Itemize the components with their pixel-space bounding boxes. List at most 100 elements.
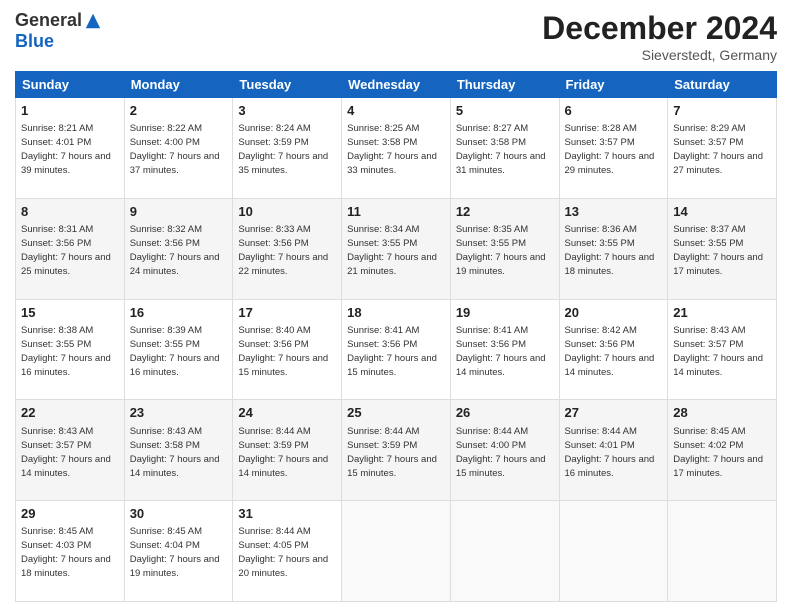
cell-text: Sunrise: 8:45 AMSunset: 4:03 PMDaylight:… [21, 526, 111, 579]
day-number: 18 [347, 304, 445, 322]
calendar: Sunday Monday Tuesday Wednesday Thursday… [15, 71, 777, 602]
week-row-1: 1 Sunrise: 8:21 AMSunset: 4:01 PMDayligh… [16, 98, 777, 199]
table-row: 14 Sunrise: 8:37 AMSunset: 3:55 PMDaylig… [668, 198, 777, 299]
day-number: 24 [238, 404, 336, 422]
page: General Blue December 2024 Sieverstedt, … [0, 0, 792, 612]
cell-text: Sunrise: 8:35 AMSunset: 3:55 PMDaylight:… [456, 224, 546, 277]
week-row-4: 22 Sunrise: 8:43 AMSunset: 3:57 PMDaylig… [16, 400, 777, 501]
table-row: 15 Sunrise: 8:38 AMSunset: 3:55 PMDaylig… [16, 299, 125, 400]
col-sunday: Sunday [16, 72, 125, 98]
table-row: 17 Sunrise: 8:40 AMSunset: 3:56 PMDaylig… [233, 299, 342, 400]
cell-text: Sunrise: 8:34 AMSunset: 3:55 PMDaylight:… [347, 224, 437, 277]
table-row [450, 501, 559, 602]
table-row: 30 Sunrise: 8:45 AMSunset: 4:04 PMDaylig… [124, 501, 233, 602]
table-row: 12 Sunrise: 8:35 AMSunset: 3:55 PMDaylig… [450, 198, 559, 299]
cell-text: Sunrise: 8:32 AMSunset: 3:56 PMDaylight:… [130, 224, 220, 277]
cell-text: Sunrise: 8:27 AMSunset: 3:58 PMDaylight:… [456, 123, 546, 176]
table-row: 28 Sunrise: 8:45 AMSunset: 4:02 PMDaylig… [668, 400, 777, 501]
day-number: 15 [21, 304, 119, 322]
header: General Blue December 2024 Sieverstedt, … [15, 10, 777, 63]
day-number: 14 [673, 203, 771, 221]
cell-text: Sunrise: 8:44 AMSunset: 4:05 PMDaylight:… [238, 526, 328, 579]
table-row: 4 Sunrise: 8:25 AMSunset: 3:58 PMDayligh… [342, 98, 451, 199]
day-number: 22 [21, 404, 119, 422]
col-thursday: Thursday [450, 72, 559, 98]
cell-text: Sunrise: 8:24 AMSunset: 3:59 PMDaylight:… [238, 123, 328, 176]
table-row [342, 501, 451, 602]
day-number: 16 [130, 304, 228, 322]
table-row: 29 Sunrise: 8:45 AMSunset: 4:03 PMDaylig… [16, 501, 125, 602]
table-row: 7 Sunrise: 8:29 AMSunset: 3:57 PMDayligh… [668, 98, 777, 199]
day-number: 13 [565, 203, 663, 221]
day-number: 4 [347, 102, 445, 120]
cell-text: Sunrise: 8:44 AMSunset: 3:59 PMDaylight:… [238, 426, 328, 479]
week-row-3: 15 Sunrise: 8:38 AMSunset: 3:55 PMDaylig… [16, 299, 777, 400]
table-row: 1 Sunrise: 8:21 AMSunset: 4:01 PMDayligh… [16, 98, 125, 199]
table-row: 23 Sunrise: 8:43 AMSunset: 3:58 PMDaylig… [124, 400, 233, 501]
table-row: 21 Sunrise: 8:43 AMSunset: 3:57 PMDaylig… [668, 299, 777, 400]
table-row: 31 Sunrise: 8:44 AMSunset: 4:05 PMDaylig… [233, 501, 342, 602]
day-number: 5 [456, 102, 554, 120]
cell-text: Sunrise: 8:21 AMSunset: 4:01 PMDaylight:… [21, 123, 111, 176]
table-row: 8 Sunrise: 8:31 AMSunset: 3:56 PMDayligh… [16, 198, 125, 299]
table-row: 26 Sunrise: 8:44 AMSunset: 4:00 PMDaylig… [450, 400, 559, 501]
cell-text: Sunrise: 8:41 AMSunset: 3:56 PMDaylight:… [347, 325, 437, 378]
table-row: 10 Sunrise: 8:33 AMSunset: 3:56 PMDaylig… [233, 198, 342, 299]
col-saturday: Saturday [668, 72, 777, 98]
cell-text: Sunrise: 8:41 AMSunset: 3:56 PMDaylight:… [456, 325, 546, 378]
cell-text: Sunrise: 8:38 AMSunset: 3:55 PMDaylight:… [21, 325, 111, 378]
cell-text: Sunrise: 8:36 AMSunset: 3:55 PMDaylight:… [565, 224, 655, 277]
table-row: 9 Sunrise: 8:32 AMSunset: 3:56 PMDayligh… [124, 198, 233, 299]
table-row: 24 Sunrise: 8:44 AMSunset: 3:59 PMDaylig… [233, 400, 342, 501]
table-row: 18 Sunrise: 8:41 AMSunset: 3:56 PMDaylig… [342, 299, 451, 400]
day-number: 6 [565, 102, 663, 120]
cell-text: Sunrise: 8:29 AMSunset: 3:57 PMDaylight:… [673, 123, 763, 176]
col-monday: Monday [124, 72, 233, 98]
day-number: 1 [21, 102, 119, 120]
day-number: 2 [130, 102, 228, 120]
day-number: 8 [21, 203, 119, 221]
cell-text: Sunrise: 8:43 AMSunset: 3:57 PMDaylight:… [21, 426, 111, 479]
table-row: 13 Sunrise: 8:36 AMSunset: 3:55 PMDaylig… [559, 198, 668, 299]
cell-text: Sunrise: 8:44 AMSunset: 3:59 PMDaylight:… [347, 426, 437, 479]
day-number: 3 [238, 102, 336, 120]
table-row: 27 Sunrise: 8:44 AMSunset: 4:01 PMDaylig… [559, 400, 668, 501]
cell-text: Sunrise: 8:37 AMSunset: 3:55 PMDaylight:… [673, 224, 763, 277]
cell-text: Sunrise: 8:44 AMSunset: 4:00 PMDaylight:… [456, 426, 546, 479]
logo-text: General [15, 10, 102, 31]
cell-text: Sunrise: 8:42 AMSunset: 3:56 PMDaylight:… [565, 325, 655, 378]
header-row: Sunday Monday Tuesday Wednesday Thursday… [16, 72, 777, 98]
day-number: 11 [347, 203, 445, 221]
col-friday: Friday [559, 72, 668, 98]
cell-text: Sunrise: 8:40 AMSunset: 3:56 PMDaylight:… [238, 325, 328, 378]
day-number: 9 [130, 203, 228, 221]
table-row: 22 Sunrise: 8:43 AMSunset: 3:57 PMDaylig… [16, 400, 125, 501]
table-row [559, 501, 668, 602]
week-row-5: 29 Sunrise: 8:45 AMSunset: 4:03 PMDaylig… [16, 501, 777, 602]
day-number: 21 [673, 304, 771, 322]
cell-text: Sunrise: 8:28 AMSunset: 3:57 PMDaylight:… [565, 123, 655, 176]
location: Sieverstedt, Germany [542, 47, 777, 63]
logo-general: General [15, 10, 82, 31]
day-number: 27 [565, 404, 663, 422]
table-row: 11 Sunrise: 8:34 AMSunset: 3:55 PMDaylig… [342, 198, 451, 299]
table-row: 6 Sunrise: 8:28 AMSunset: 3:57 PMDayligh… [559, 98, 668, 199]
table-row: 16 Sunrise: 8:39 AMSunset: 3:55 PMDaylig… [124, 299, 233, 400]
logo-blue-text: Blue [15, 31, 54, 52]
cell-text: Sunrise: 8:45 AMSunset: 4:02 PMDaylight:… [673, 426, 763, 479]
day-number: 17 [238, 304, 336, 322]
table-row: 20 Sunrise: 8:42 AMSunset: 3:56 PMDaylig… [559, 299, 668, 400]
cell-text: Sunrise: 8:25 AMSunset: 3:58 PMDaylight:… [347, 123, 437, 176]
table-row: 25 Sunrise: 8:44 AMSunset: 3:59 PMDaylig… [342, 400, 451, 501]
day-number: 28 [673, 404, 771, 422]
title-block: December 2024 Sieverstedt, Germany [542, 10, 777, 63]
cell-text: Sunrise: 8:22 AMSunset: 4:00 PMDaylight:… [130, 123, 220, 176]
cell-text: Sunrise: 8:43 AMSunset: 3:57 PMDaylight:… [673, 325, 763, 378]
cell-text: Sunrise: 8:39 AMSunset: 3:55 PMDaylight:… [130, 325, 220, 378]
cell-text: Sunrise: 8:33 AMSunset: 3:56 PMDaylight:… [238, 224, 328, 277]
day-number: 7 [673, 102, 771, 120]
cell-text: Sunrise: 8:45 AMSunset: 4:04 PMDaylight:… [130, 526, 220, 579]
day-number: 26 [456, 404, 554, 422]
day-number: 31 [238, 505, 336, 523]
table-row: 2 Sunrise: 8:22 AMSunset: 4:00 PMDayligh… [124, 98, 233, 199]
